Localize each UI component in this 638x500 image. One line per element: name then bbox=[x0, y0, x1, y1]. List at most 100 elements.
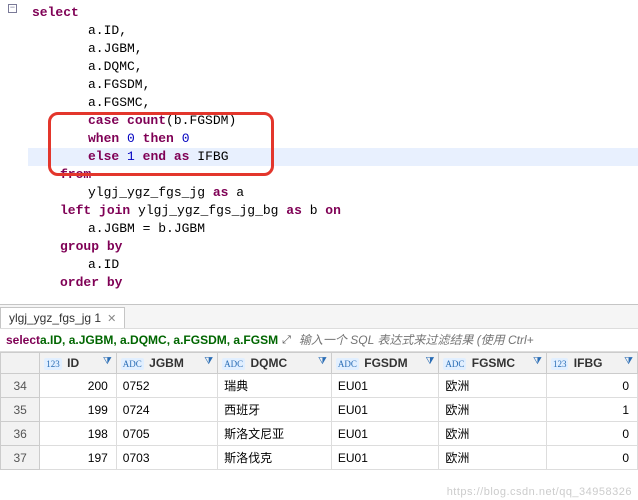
results-table: 123 ID⧩ADC JGBM⧩ADC DQMC⧩ADC FGSDM⧩ADC F… bbox=[0, 352, 638, 470]
code-token: group bbox=[60, 239, 99, 254]
cell-dqmc[interactable]: 西班牙 bbox=[218, 398, 332, 422]
cell-jgbm[interactable]: 0752 bbox=[116, 374, 217, 398]
cell-fgsmc[interactable]: 欧洲 bbox=[439, 446, 547, 470]
code-token: join bbox=[99, 203, 130, 218]
code-token: a.JGBM, bbox=[88, 41, 143, 56]
filter-icon[interactable]: ⧩ bbox=[624, 356, 633, 367]
cell-ifbg[interactable]: 0 bbox=[546, 446, 637, 470]
code-line[interactable]: order by bbox=[28, 274, 638, 292]
code-token: a.FGSDM, bbox=[88, 77, 150, 92]
results-filter-input[interactable] bbox=[299, 333, 632, 347]
filter-icon[interactable]: ⧩ bbox=[103, 356, 112, 367]
code-line[interactable]: select bbox=[28, 4, 638, 22]
cell-fgsmc[interactable]: 欧洲 bbox=[439, 374, 547, 398]
column-header[interactable]: ADC DQMC⧩ bbox=[218, 353, 332, 374]
code-token: end bbox=[143, 149, 166, 164]
filter-icon[interactable]: ⧩ bbox=[204, 356, 213, 367]
code-token: as bbox=[213, 185, 229, 200]
code-line[interactable]: a.FGSDM, bbox=[28, 76, 638, 94]
cell-fgsdm[interactable]: EU01 bbox=[331, 422, 439, 446]
type-icon: ADC bbox=[443, 358, 466, 370]
code-line[interactable]: else 1 end as IFBG bbox=[28, 148, 638, 166]
fold-toggle-icon[interactable]: − bbox=[8, 4, 17, 13]
code-token bbox=[174, 131, 182, 146]
code-token: count bbox=[127, 113, 166, 128]
code-line[interactable]: a.ID, bbox=[28, 22, 638, 40]
cell-jgbm[interactable]: 0703 bbox=[116, 446, 217, 470]
code-line[interactable]: a.JGBM = b.JGBM bbox=[28, 220, 638, 238]
code-line[interactable]: left join ylgj_ygz_fgs_jg_bg as b on bbox=[28, 202, 638, 220]
result-tab-label: ylgj_ygz_fgs_jg 1 bbox=[9, 311, 101, 325]
code-line[interactable]: ylgj_ygz_fgs_jg as a bbox=[28, 184, 638, 202]
code-token: 1 bbox=[127, 149, 135, 164]
cell-ifbg[interactable]: 0 bbox=[546, 374, 637, 398]
cell-dqmc[interactable]: 斯洛伐克 bbox=[218, 446, 332, 470]
filter-icon[interactable]: ⧩ bbox=[318, 356, 327, 367]
code-line[interactable]: a.JGBM, bbox=[28, 40, 638, 58]
row-number[interactable]: 34 bbox=[1, 374, 40, 398]
cell-id[interactable]: 198 bbox=[40, 422, 117, 446]
cell-dqmc[interactable]: 瑞典 bbox=[218, 374, 332, 398]
column-header[interactable]: ADC JGBM ⧩ bbox=[116, 353, 217, 374]
code-token: IFBG bbox=[189, 149, 228, 164]
code-token bbox=[99, 275, 107, 290]
code-token: select bbox=[32, 5, 79, 20]
code-line[interactable]: from bbox=[28, 166, 638, 184]
cell-id[interactable]: 197 bbox=[40, 446, 117, 470]
cell-jgbm[interactable]: 0705 bbox=[116, 422, 217, 446]
cell-fgsdm[interactable]: EU01 bbox=[331, 374, 439, 398]
cell-jgbm[interactable]: 0724 bbox=[116, 398, 217, 422]
table-row[interactable]: 342000752瑞典EU01欧洲0 bbox=[1, 374, 638, 398]
code-token: b bbox=[302, 203, 325, 218]
column-label: DQMC bbox=[250, 356, 287, 370]
column-header[interactable]: ADC FGSDM⧩ bbox=[331, 353, 439, 374]
sql-editor[interactable]: − select a.ID, a.JGBM, a.DQMC,a.FGSDM, a.FGS… bbox=[0, 0, 638, 296]
code-token: by bbox=[107, 239, 123, 254]
type-icon: ADC bbox=[336, 358, 359, 370]
cell-fgsmc[interactable]: 欧洲 bbox=[439, 398, 547, 422]
code-line[interactable]: a.FGSMC, bbox=[28, 94, 638, 112]
cell-fgsdm[interactable]: EU01 bbox=[331, 398, 439, 422]
code-line[interactable]: case count(b.FGSDM) bbox=[28, 112, 638, 130]
filter-icon[interactable]: ⧩ bbox=[533, 356, 542, 367]
query-keyword: select bbox=[6, 333, 40, 347]
code-token: as bbox=[286, 203, 302, 218]
result-tab[interactable]: ylgj_ygz_fgs_jg 1 ✕ bbox=[0, 307, 125, 328]
cell-fgsdm[interactable]: EU01 bbox=[331, 446, 439, 470]
close-icon[interactable]: ✕ bbox=[107, 312, 116, 325]
cell-ifbg[interactable]: 1 bbox=[546, 398, 637, 422]
code-line[interactable]: when 0 then 0 bbox=[28, 130, 638, 148]
code-token: a.ID bbox=[88, 257, 119, 272]
code-line[interactable]: a.DQMC, bbox=[28, 58, 638, 76]
code-token bbox=[91, 203, 99, 218]
code-token: order bbox=[60, 275, 99, 290]
type-icon: ADC bbox=[121, 358, 144, 370]
results-tab-bar: ylgj_ygz_fgs_jg 1 ✕ bbox=[0, 304, 638, 328]
filter-icon[interactable]: ⧩ bbox=[425, 356, 434, 367]
column-label: IFBG bbox=[574, 356, 603, 370]
column-header[interactable]: 123 IFBG⧩ bbox=[546, 353, 637, 374]
column-header[interactable]: 123 ID⧩ bbox=[40, 353, 117, 374]
cell-dqmc[interactable]: 斯洛文尼亚 bbox=[218, 422, 332, 446]
column-header[interactable]: ADC FGSMC⧩ bbox=[439, 353, 547, 374]
row-number[interactable]: 37 bbox=[1, 446, 40, 470]
code-token: a.ID, bbox=[88, 23, 127, 38]
code-token: a.JGBM = b.JGBM bbox=[88, 221, 205, 236]
column-label: JGBM bbox=[149, 356, 184, 370]
code-line[interactable]: a.ID bbox=[28, 256, 638, 274]
code-token bbox=[135, 131, 143, 146]
code-token: a bbox=[228, 185, 244, 200]
expand-icon[interactable]: ⤢ bbox=[282, 334, 291, 347]
cell-ifbg[interactable]: 0 bbox=[546, 422, 637, 446]
table-row[interactable]: 361980705斯洛文尼亚EU01欧洲0 bbox=[1, 422, 638, 446]
cell-fgsmc[interactable]: 欧洲 bbox=[439, 422, 547, 446]
table-row[interactable]: 351990724西班牙EU01欧洲1 bbox=[1, 398, 638, 422]
code-line[interactable]: group by bbox=[28, 238, 638, 256]
row-number[interactable]: 36 bbox=[1, 422, 40, 446]
table-row[interactable]: 371970703斯洛伐克EU01欧洲0 bbox=[1, 446, 638, 470]
code-token: (b.FGSDM) bbox=[166, 113, 236, 128]
cell-id[interactable]: 199 bbox=[40, 398, 117, 422]
editor-gutter: − bbox=[0, 0, 26, 296]
cell-id[interactable]: 200 bbox=[40, 374, 117, 398]
row-number[interactable]: 35 bbox=[1, 398, 40, 422]
